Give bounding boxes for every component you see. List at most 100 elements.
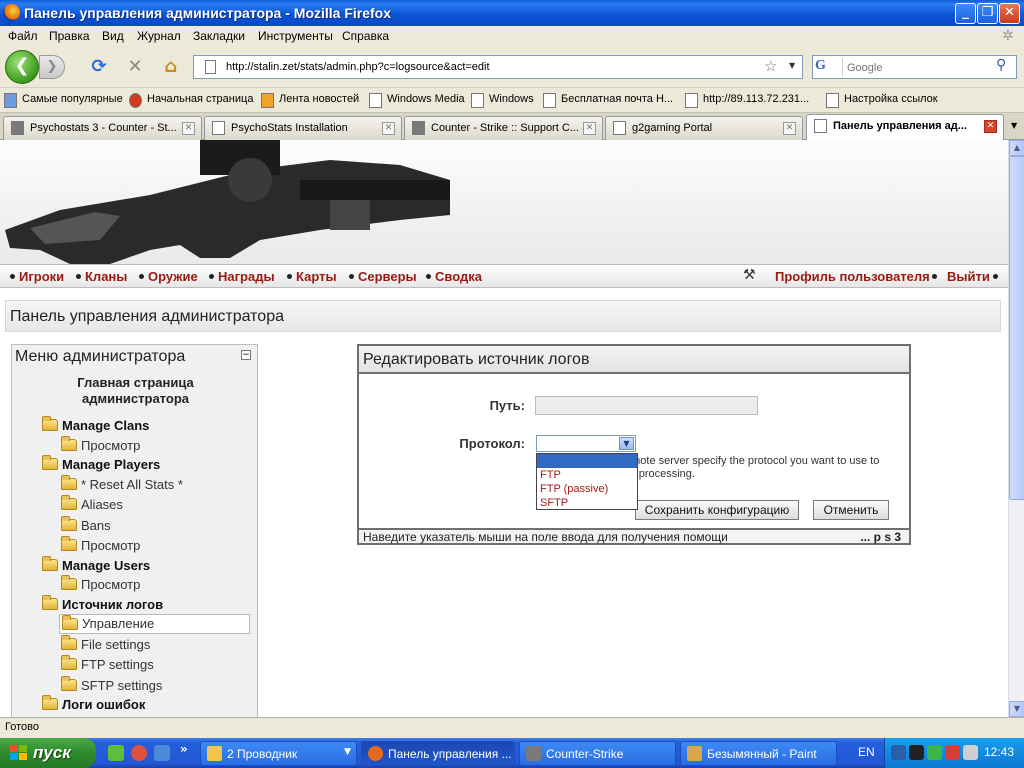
bookmark-ip-link[interactable]: http://89.113.72.231... [683, 93, 809, 109]
url-input[interactable] [226, 59, 756, 75]
menu-log-sources[interactable]: Источник логов [42, 595, 242, 615]
nav-players[interactable]: Игроки [19, 269, 64, 284]
menu-manage-players[interactable]: Manage Players [42, 455, 242, 475]
nav-maps[interactable]: Карты [296, 269, 337, 284]
tab-g2gaming[interactable]: g2gaming Portal ✕ [605, 116, 803, 140]
minimize-button[interactable]: _ [955, 3, 976, 24]
task-counter-strike[interactable]: Counter-Strike [519, 741, 676, 766]
search-input[interactable] [847, 60, 987, 75]
cancel-button[interactable]: Отменить [813, 500, 889, 520]
close-tab-icon[interactable]: ✕ [984, 120, 997, 133]
vertical-scrollbar[interactable]: ▲ ▼ [1008, 140, 1024, 717]
protocol-option-ftp[interactable]: FTP [537, 468, 637, 482]
nav-awards[interactable]: Награды [218, 269, 275, 284]
menu-error-logs[interactable]: Логи ошибок [42, 695, 242, 715]
forward-button[interactable]: ❯ [39, 55, 65, 79]
bookmark-free-mail[interactable]: Бесплатная почта H... [541, 93, 673, 109]
menu-bans[interactable]: Bans [61, 516, 241, 536]
close-tab-icon[interactable]: ✕ [182, 122, 195, 135]
bookmarks-toolbar: Самые популярные Начальная страница Лент… [0, 88, 1024, 113]
opera-icon[interactable] [131, 745, 147, 761]
panel-footer: Наведите указатель мыши на поле ввода дл… [359, 528, 909, 544]
search-bar[interactable]: G ⚲ [812, 55, 1017, 79]
scroll-up-icon[interactable]: ▲ [1009, 140, 1024, 156]
quicklaunch-more-icon[interactable]: » [180, 742, 188, 756]
menu-file-settings[interactable]: File settings [61, 635, 241, 655]
task-explorer[interactable]: 2 Проводник ▼ [200, 741, 357, 766]
bookmark-customize-links[interactable]: Настройка ссылок [824, 93, 938, 109]
menu-help[interactable]: Справка [342, 29, 389, 43]
search-icon[interactable]: ⚲ [996, 57, 1006, 73]
bookmark-start-page[interactable]: Начальная страница [127, 93, 253, 109]
nav-summary[interactable]: Сводка [435, 269, 482, 284]
menu-manage-clans[interactable]: Manage Clans [42, 416, 242, 436]
url-bar[interactable]: ☆ ▼ [193, 55, 803, 79]
protocol-option-empty[interactable] [537, 454, 637, 468]
menu-reset-all-stats[interactable]: * Reset All Stats * [61, 475, 251, 495]
nav-user-profile[interactable]: Профиль пользователя [775, 269, 930, 284]
close-tab-icon[interactable]: ✕ [382, 122, 395, 135]
menu-history[interactable]: Журнал [137, 29, 181, 43]
scroll-down-icon[interactable]: ▼ [1009, 701, 1024, 717]
maximize-button[interactable]: ❐ [977, 3, 998, 24]
language-indicator[interactable]: EN [858, 745, 875, 759]
protocol-option-ftp-passive[interactable]: FTP (passive) [537, 482, 637, 496]
volume-icon[interactable] [963, 745, 978, 760]
task-paint[interactable]: Безымянный - Paint [680, 741, 837, 766]
menu-bookmarks[interactable]: Закладки [193, 29, 245, 43]
admin-home-link[interactable]: Главная страница администратора [14, 375, 257, 407]
tray-arrow-icon[interactable] [891, 745, 906, 760]
bookmark-windows-media[interactable]: Windows Media [367, 93, 465, 109]
stop-icon[interactable]: ✕ [124, 56, 146, 78]
menu-users-view[interactable]: Просмотр [61, 575, 241, 595]
steam-icon[interactable] [909, 745, 924, 760]
home-icon[interactable]: ⌂ [160, 56, 182, 78]
bookmark-windows[interactable]: Windows [469, 93, 534, 109]
menu-ftp-settings[interactable]: FTP settings [61, 655, 241, 675]
tab-list-icon[interactable]: ▼ [1011, 121, 1017, 130]
close-button[interactable]: ✕ [999, 3, 1020, 24]
ie-icon[interactable] [154, 745, 170, 761]
task-firefox[interactable]: Панель управления ... [361, 741, 515, 766]
nav-clans[interactable]: Кланы [85, 269, 127, 284]
reload-icon[interactable]: ⟳ [88, 56, 110, 78]
menu-view[interactable]: Вид [102, 29, 124, 43]
quicklaunch-icon[interactable] [108, 745, 124, 761]
close-tab-icon[interactable]: ✕ [783, 122, 796, 135]
tab-admin-panel[interactable]: Панель управления ад... ✕ [806, 114, 1004, 141]
collapse-icon[interactable]: − [241, 350, 251, 360]
start-button[interactable]: пуск [0, 738, 96, 768]
close-tab-icon[interactable]: ✕ [583, 122, 596, 135]
url-dropdown-icon[interactable]: ▼ [789, 61, 795, 70]
page-icon [205, 60, 216, 74]
tab-psychostats-installation[interactable]: PsychoStats Installation ✕ [204, 116, 402, 140]
menu-tools[interactable]: Инструменты [258, 29, 333, 43]
protocol-select[interactable]: ▼ [536, 435, 636, 452]
menu-sftp-settings[interactable]: SFTP settings [61, 676, 241, 696]
menu-edit[interactable]: Правка [49, 29, 90, 43]
bookmark-news-feed[interactable]: Лента новостей [259, 93, 359, 109]
admin-menu-title: Меню администратора [15, 348, 186, 365]
google-engine-icon[interactable]: G [815, 58, 843, 76]
tab-counter-strike-support[interactable]: Counter - Strike :: Support C... ✕ [404, 116, 603, 140]
menu-manage-users[interactable]: Manage Users [42, 556, 242, 576]
antivirus-icon[interactable] [945, 745, 960, 760]
protocol-option-sftp[interactable]: SFTP [537, 496, 637, 510]
nav-weapons[interactable]: Оружие [148, 269, 198, 284]
back-button[interactable]: ❮ [5, 50, 39, 84]
bookmark-most-visited[interactable]: Самые популярные [2, 93, 123, 109]
star-icon[interactable]: ☆ [764, 57, 777, 75]
nav-servers[interactable]: Серверы [358, 269, 417, 284]
path-input[interactable] [535, 396, 758, 415]
nav-logout[interactable]: Выйти [947, 269, 990, 284]
menu-file[interactable]: Файл [8, 29, 38, 43]
chevron-down-icon[interactable]: ▼ [619, 437, 634, 450]
network-icon[interactable] [927, 745, 942, 760]
tab-psychostats[interactable]: Psychostats 3 - Counter - St... ✕ [3, 116, 202, 140]
menu-log-sources-manage[interactable]: Управление [59, 614, 250, 634]
menu-aliases[interactable]: Aliases [61, 495, 241, 515]
menu-players-view[interactable]: Просмотр [61, 536, 241, 556]
menu-clans-view[interactable]: Просмотр [61, 436, 241, 456]
scroll-thumb[interactable] [1009, 156, 1024, 500]
save-config-button[interactable]: Сохранить конфигурацию [635, 500, 799, 520]
